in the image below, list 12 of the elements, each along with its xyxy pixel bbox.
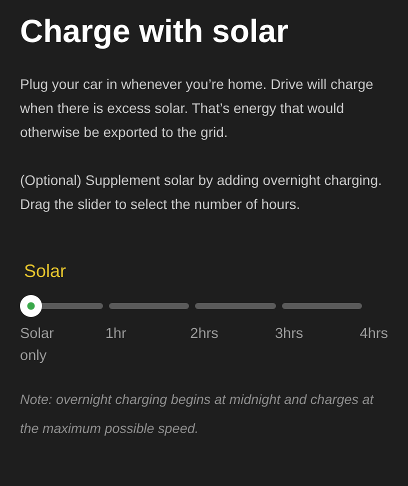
tick-label: 1hr [105, 325, 128, 344]
slider-label: Solar [24, 260, 68, 284]
note-text: Note: overnight charging begins at midnight and charges at the maximum possible speed. [20, 391, 375, 438]
tick-label: Solar only [20, 325, 55, 366]
slider-thumb[interactable] [20, 295, 42, 318]
tick-label: 3hrs [274, 325, 304, 344]
description-paragraph: Plug your car in whenever you’re home. Drive will charge when there is excess solar. That’s energy that would otherwise be exported to the grid. [20, 75, 374, 142]
tick-label: 2hrs [190, 325, 220, 344]
page-title: Charge with solar [20, 12, 290, 50]
tick-label: 4hrs [360, 325, 388, 344]
description-paragraph: (Optional) Supplement solar by adding overnight charging. Drag the slider to select the number of hours. [20, 171, 383, 214]
slider-track[interactable] [22, 295, 362, 318]
